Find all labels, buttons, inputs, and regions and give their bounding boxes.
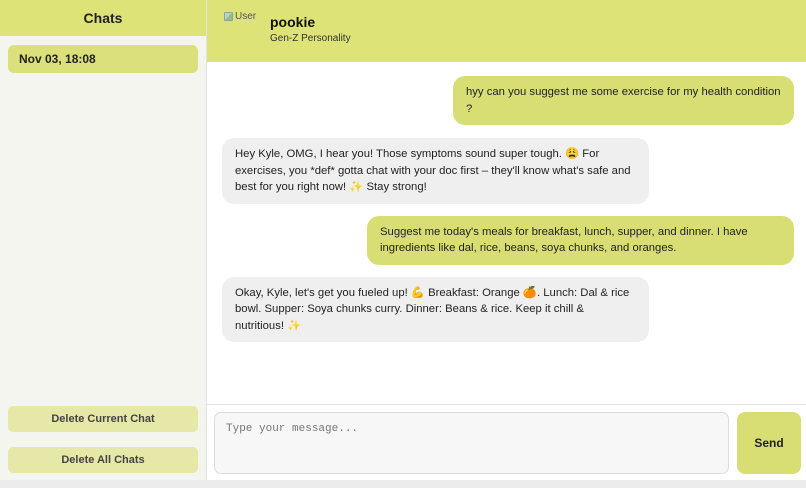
chat-list: Nov 03, 18:08 <box>0 36 206 406</box>
bot-name: pookie <box>270 14 316 30</box>
chat-item[interactable]: Nov 03, 18:08 <box>8 45 198 73</box>
message-input[interactable] <box>214 411 729 474</box>
chat-header: User pookie Gen-Z Personality <box>207 0 806 62</box>
bot-personality: Gen-Z Personality <box>270 33 351 44</box>
bot-message: Hey Kyle, OMG, I hear you! Those symptom… <box>222 138 649 204</box>
avatar: User <box>224 11 260 31</box>
user-message: hyy can you suggest me some exercise for… <box>453 76 794 125</box>
broken-image-icon <box>224 12 233 21</box>
sidebar: Chats Nov 03, 18:08 Delete Current Chat … <box>0 0 207 480</box>
delete-current-chat-button[interactable]: Delete Current Chat <box>8 406 198 432</box>
chat-panel: User pookie Gen-Z Personality hyy can yo… <box>207 0 806 480</box>
chat-app: Chats Nov 03, 18:08 Delete Current Chat … <box>0 0 806 480</box>
user-message: Suggest me today's meals for breakfast, … <box>367 215 794 265</box>
composer: Send <box>207 404 806 480</box>
delete-all-chats-button[interactable]: Delete All Chats <box>8 447 198 473</box>
sidebar-title: Chats <box>0 0 206 36</box>
send-button[interactable]: Send <box>737 411 801 474</box>
bot-message: Okay, Kyle, let's get you fueled up! 💪 B… <box>222 276 649 342</box>
avatar-alt-text: User <box>235 11 257 22</box>
bot-info: pookie Gen-Z Personality <box>270 11 351 44</box>
message-list: hyy can you suggest me some exercise for… <box>207 62 806 404</box>
sidebar-actions: Delete Current Chat Delete All Chats <box>0 406 206 480</box>
